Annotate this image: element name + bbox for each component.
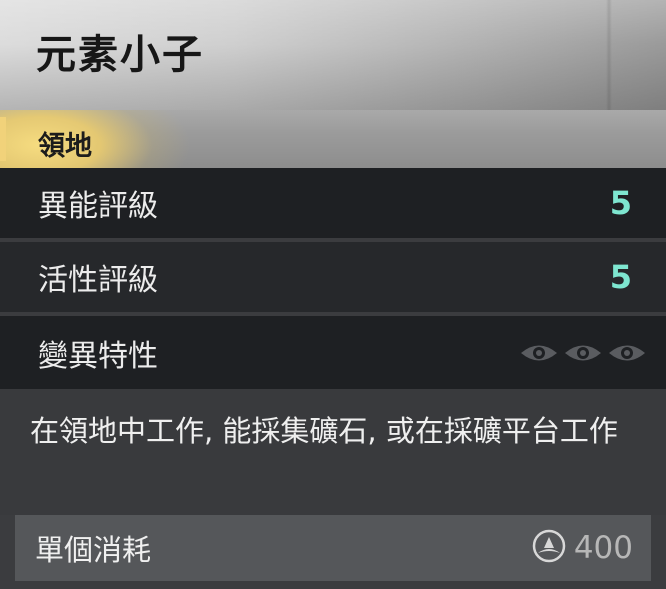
description-text: 在領地中工作, 能採集礦石, 或在採礦平台工作 xyxy=(30,414,618,448)
cost-value: 400 xyxy=(573,530,633,566)
eye-icon xyxy=(520,342,558,364)
type-highlight xyxy=(0,110,190,168)
cost-row: 單個消耗 400 xyxy=(15,515,651,581)
stat-label: 異能評級 xyxy=(38,189,158,224)
eye-icon xyxy=(608,342,646,364)
eye-icon xyxy=(564,342,602,364)
stat-row-activity: 活性評級 5 xyxy=(0,242,666,312)
stat-value: 5 xyxy=(609,184,632,222)
type-accent-bar xyxy=(0,117,6,161)
unit-title: 元素小子 xyxy=(36,32,204,78)
resource-icon xyxy=(532,529,566,567)
stat-value: 5 xyxy=(609,258,632,296)
header: 元素小子 xyxy=(0,0,666,110)
type-label: 領地 xyxy=(38,131,92,162)
stat-label: 變異特性 xyxy=(38,338,158,374)
unit-info-card: 元素小子 領地 異能評級 5 活性評級 5 變異特性 在領地中工作, 能採集礦石… xyxy=(0,0,666,589)
stat-label: 活性評級 xyxy=(38,263,158,298)
cost-label: 單個消耗 xyxy=(35,533,152,567)
stat-row-ability: 異能評級 5 xyxy=(0,168,666,238)
stat-row-mutation: 變異特性 xyxy=(0,316,666,389)
mutation-icons xyxy=(520,342,646,364)
